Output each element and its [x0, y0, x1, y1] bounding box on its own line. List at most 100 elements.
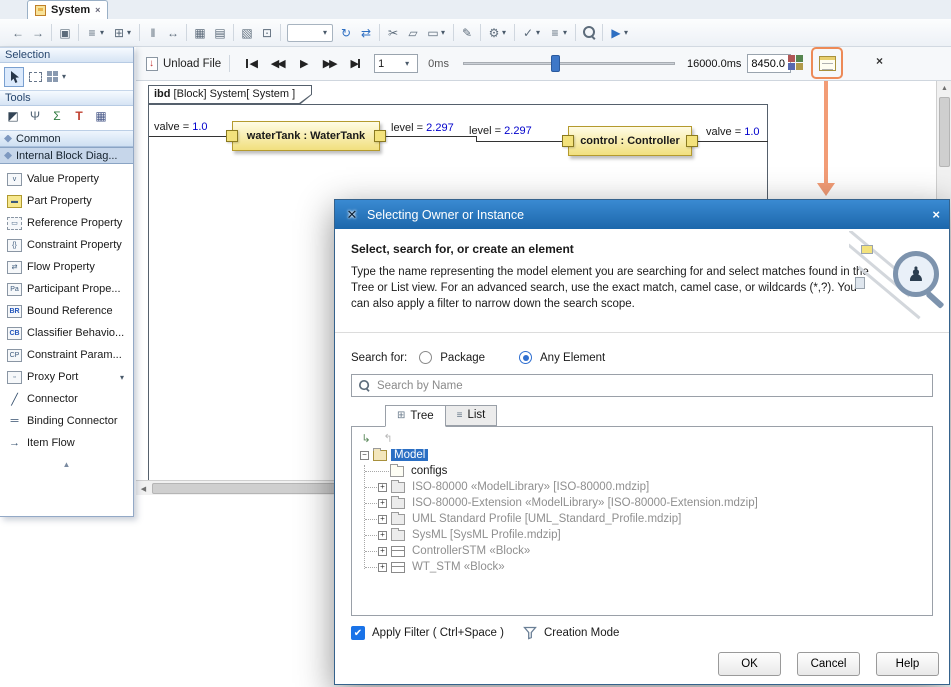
chevron-down-icon[interactable] — [502, 23, 510, 43]
chevron-down-icon[interactable] — [441, 23, 449, 43]
horizontal-scroll-thumb[interactable] — [152, 483, 342, 494]
expand-expander-icon[interactable] — [378, 531, 387, 540]
palette-item-value-property[interactable]: v Value Property — [0, 168, 133, 190]
connector-wire[interactable] — [698, 141, 768, 142]
palette-group-common[interactable]: Common — [0, 130, 133, 147]
run-icon[interactable]: ▶ — [606, 23, 626, 43]
insert-matrix-icon[interactable]: ▤ — [210, 23, 230, 43]
text-box-tool-icon[interactable]: T — [69, 106, 89, 126]
connector-wire[interactable] — [149, 136, 226, 137]
structure-tool-icon[interactable]: ▦ — [91, 106, 111, 126]
palette-item-bound-reference[interactable]: BR Bound Reference — [0, 300, 133, 322]
chevron-down-icon[interactable] — [323, 23, 331, 43]
search-input[interactable] — [377, 380, 927, 392]
palette-item-proxy-port[interactable]: ▫ Proxy Port — [0, 366, 133, 388]
radio-package[interactable] — [419, 351, 432, 364]
chevron-down-icon[interactable] — [120, 367, 128, 387]
note-tool-icon[interactable]: ◩ — [3, 106, 23, 126]
palette-item-binding-connector[interactable]: ═ Binding Connector — [0, 410, 133, 432]
go-up-icon[interactable]: ↰ — [380, 431, 396, 445]
step-last-button[interactable]: ▶ — [342, 53, 368, 75]
time-slider[interactable] — [463, 54, 675, 74]
related-elements-icon[interactable]: ≡ — [82, 23, 102, 43]
slider-track[interactable] — [463, 62, 675, 65]
palette-item-connector[interactable]: ╱ Connector — [0, 388, 133, 410]
radio-any-element-label[interactable]: Any Element — [540, 352, 605, 364]
chevron-down-icon[interactable] — [624, 23, 632, 43]
forward-icon[interactable]: → — [28, 23, 48, 43]
align-shapes-icon[interactable]: ‖ — [143, 23, 163, 43]
close-simulation-icon[interactable] — [876, 54, 883, 68]
chevron-down-icon[interactable] — [100, 23, 108, 43]
filter-icon[interactable] — [523, 626, 537, 640]
swap-icon[interactable]: ⇄ — [356, 23, 376, 43]
palette-item-classifier-behavior[interactable]: CB Classifier Behavio... — [0, 322, 133, 344]
port-controller-right[interactable] — [686, 135, 698, 147]
tab-list[interactable]: List — [446, 405, 498, 426]
chevron-down-icon[interactable] — [405, 54, 413, 74]
trigger-count-select[interactable]: 1 — [374, 54, 418, 73]
sum-tool-icon[interactable]: Σ — [47, 106, 67, 126]
tree-row-model[interactable]: Model — [352, 447, 932, 463]
search-icon[interactable] — [579, 23, 599, 43]
sticky-tools-icon[interactable] — [47, 71, 59, 83]
chevron-down-icon[interactable] — [127, 23, 135, 43]
tab-system[interactable]: System — [27, 0, 108, 19]
port-watertank-right[interactable] — [374, 130, 386, 142]
chevron-down-icon[interactable] — [563, 23, 571, 43]
palette-item-constraint-parameter[interactable]: CP Constraint Param... — [0, 344, 133, 366]
scroll-up-icon[interactable]: ▲ — [937, 81, 951, 96]
tab-tree[interactable]: Tree — [385, 405, 446, 427]
select-instance-icon[interactable] — [819, 56, 836, 71]
apply-filter-label[interactable]: Apply Filter ( Ctrl+Space ) — [372, 627, 504, 639]
palette-item-participant-property[interactable]: Pa Participant Prope... — [0, 278, 133, 300]
palette-item-reference-property[interactable]: ▭ Reference Property — [0, 212, 133, 234]
insert-table-icon[interactable]: ▦ — [190, 23, 210, 43]
unload-file-button[interactable]: Unload File — [146, 57, 221, 71]
radio-package-label[interactable]: Package — [440, 352, 485, 364]
breakpoints-grid-icon[interactable] — [788, 55, 805, 72]
tree-row-iso80000[interactable]: ISO-80000 «ModelLibrary» [ISO-80000.mdzi… — [352, 479, 932, 495]
expand-expander-icon[interactable] — [378, 563, 387, 572]
image-shape-icon[interactable]: ▧ — [237, 23, 257, 43]
marquee-select-icon[interactable] — [29, 72, 42, 82]
resize-icon[interactable]: ↔ — [163, 23, 183, 43]
scroll-left-icon[interactable]: ◀ — [136, 481, 151, 496]
expand-expander-icon[interactable] — [378, 515, 387, 524]
palette-item-item-flow[interactable]: → Item Flow — [0, 432, 133, 454]
gear-icon[interactable]: ⚙ — [484, 23, 504, 43]
paste-icon[interactable]: ▭ — [423, 23, 443, 43]
collapse-palette-button[interactable] — [0, 456, 133, 472]
palette-item-constraint-property[interactable]: {} Constraint Property — [0, 234, 133, 256]
radio-any-element[interactable] — [519, 351, 532, 364]
options-list-icon[interactable]: ≡ — [545, 23, 565, 43]
chevron-down-icon[interactable] — [62, 67, 70, 87]
palette-group-internal-block-diagram[interactable]: Internal Block Diag... — [0, 147, 133, 164]
fast-forward-button[interactable]: ▶▶ — [316, 53, 342, 75]
palette-item-flow-property[interactable]: ⇄ Flow Property — [0, 256, 133, 278]
step-back-button[interactable]: ◀◀ — [264, 53, 290, 75]
play-button[interactable]: ▶ — [290, 53, 316, 75]
collapse-expander-icon[interactable] — [360, 451, 369, 460]
tree-row-wtstm[interactable]: WT_STM «Block» — [352, 559, 932, 575]
validate-icon[interactable]: ✓ — [518, 23, 538, 43]
expand-expander-icon[interactable] — [378, 499, 387, 508]
copy-icon[interactable]: ▱ — [403, 23, 423, 43]
tree-row-uml-standard-profile[interactable]: UML Standard Profile [UML_Standard_Profi… — [352, 511, 932, 527]
port-watertank-left[interactable] — [226, 130, 238, 142]
save-copy-icon[interactable]: ▣ — [55, 23, 75, 43]
part-watertank[interactable]: waterTank : WaterTank — [232, 121, 380, 151]
refresh-icon[interactable]: ↻ — [336, 23, 356, 43]
part-controller[interactable]: control : Controller — [568, 126, 692, 156]
connector-wire[interactable] — [476, 141, 562, 142]
anchor-tool-icon[interactable]: Ψ — [25, 106, 45, 126]
expand-expander-icon[interactable] — [378, 547, 387, 556]
dialog-titlebar[interactable]: ✕ Selecting Owner or Instance — [335, 200, 949, 229]
connector-wire[interactable] — [386, 136, 476, 137]
note-icon[interactable]: ✎ — [457, 23, 477, 43]
help-button[interactable]: Help — [876, 652, 939, 676]
expand-expander-icon[interactable] — [378, 483, 387, 492]
cursor-tool-button[interactable] — [4, 67, 24, 87]
apply-filter-checkbox[interactable] — [351, 626, 365, 640]
slider-thumb[interactable] — [551, 55, 560, 72]
